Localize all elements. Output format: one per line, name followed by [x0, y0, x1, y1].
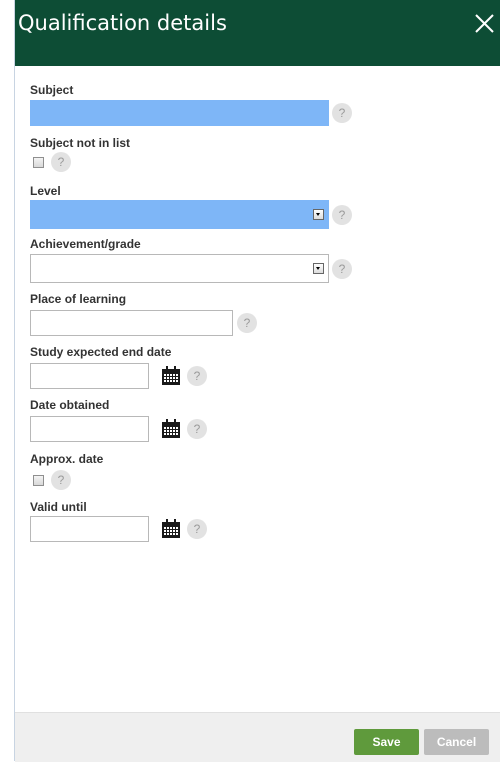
valid-until-help-icon[interactable]: ?	[187, 519, 207, 539]
place-of-learning-label: Place of learning	[30, 292, 127, 306]
level-select[interactable]	[30, 200, 329, 229]
place-of-learning-input[interactable]	[30, 310, 233, 336]
close-button[interactable]	[470, 9, 500, 39]
approx-date-label: Approx. date	[30, 452, 104, 466]
place-of-learning-help-icon[interactable]: ?	[237, 313, 257, 333]
achievement-grade-help-icon[interactable]: ?	[332, 259, 352, 279]
date-obtained-label: Date obtained	[30, 398, 110, 412]
subject-not-in-list-label: Subject not in list	[30, 136, 131, 150]
left-divider	[14, 0, 15, 761]
level-label: Level	[30, 184, 61, 198]
calendar-icon	[162, 419, 180, 438]
cancel-button[interactable]: Cancel	[424, 729, 489, 755]
close-icon	[475, 14, 494, 33]
qualification-dialog: Qualification details Subject ? Subject …	[0, 0, 500, 762]
date-obtained-help-icon[interactable]: ?	[187, 419, 207, 439]
date-obtained-input[interactable]	[30, 416, 149, 442]
level-dropdown-arrow-icon	[313, 209, 324, 220]
study-expected-end-date-input[interactable]	[30, 363, 149, 389]
study-expected-end-date-label: Study expected end date	[30, 345, 172, 359]
level-help-icon[interactable]: ?	[332, 205, 352, 225]
approx-date-checkbox[interactable]	[33, 475, 44, 486]
save-button[interactable]: Save	[354, 729, 419, 755]
subject-help-icon[interactable]: ?	[332, 103, 352, 123]
achievement-grade-select[interactable]	[30, 254, 329, 283]
valid-until-calendar-button[interactable]	[161, 519, 181, 539]
study-expected-end-date-calendar-button[interactable]	[161, 366, 181, 386]
achievement-grade-dropdown-arrow-icon	[313, 263, 324, 274]
date-obtained-calendar-button[interactable]	[161, 419, 181, 439]
subject-label: Subject	[30, 83, 74, 97]
subject-not-in-list-checkbox[interactable]	[33, 157, 44, 168]
dialog-title: Qualification details	[18, 11, 227, 35]
calendar-icon	[162, 366, 180, 385]
subject-input[interactable]	[30, 100, 329, 126]
dialog-footer: Save Cancel	[15, 712, 500, 762]
calendar-icon	[162, 519, 180, 538]
study-expected-end-date-help-icon[interactable]: ?	[187, 366, 207, 386]
valid-until-input[interactable]	[30, 516, 149, 542]
valid-until-label: Valid until	[30, 500, 87, 514]
dialog-header: Qualification details	[15, 0, 500, 66]
achievement-grade-label: Achievement/grade	[30, 237, 141, 251]
subject-not-in-list-help-icon[interactable]: ?	[51, 152, 71, 172]
approx-date-help-icon[interactable]: ?	[51, 470, 71, 490]
